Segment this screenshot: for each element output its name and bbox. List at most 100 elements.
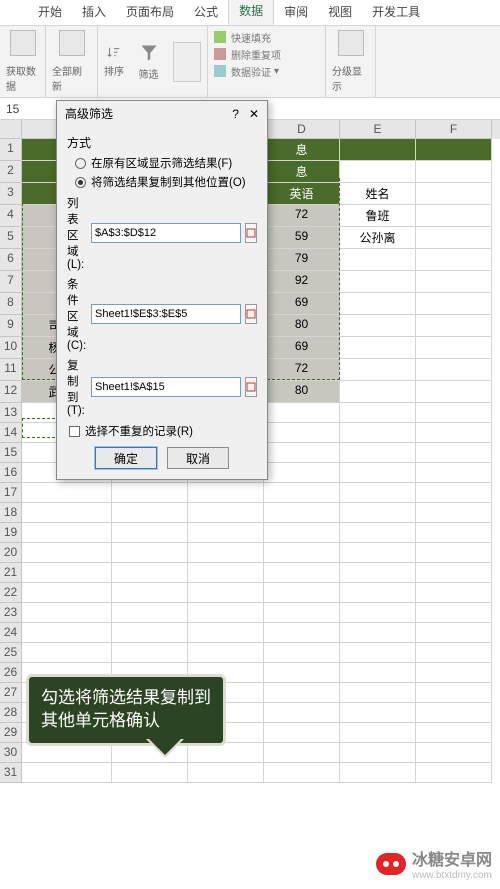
cell[interactable] xyxy=(264,763,340,783)
close-icon[interactable]: ✕ xyxy=(249,107,259,121)
cell[interactable] xyxy=(22,603,112,623)
row-header[interactable]: 6 xyxy=(0,249,22,271)
cell[interactable] xyxy=(340,663,416,683)
ref-picker-icon[interactable] xyxy=(245,377,257,397)
flash-fill[interactable]: 快速填充 xyxy=(214,30,281,45)
cell[interactable] xyxy=(340,603,416,623)
cell[interactable] xyxy=(416,563,492,583)
cell[interactable]: 69 xyxy=(264,337,340,359)
cell[interactable] xyxy=(340,271,416,293)
cell[interactable] xyxy=(264,503,340,523)
cell[interactable] xyxy=(22,763,112,783)
row-header[interactable]: 28 xyxy=(0,703,22,723)
cell[interactable]: 80 xyxy=(264,381,340,403)
name-box[interactable]: 15 xyxy=(0,100,60,118)
row-header[interactable]: 24 xyxy=(0,623,22,643)
row-header[interactable]: 23 xyxy=(0,603,22,623)
cell[interactable] xyxy=(264,443,340,463)
cell[interactable] xyxy=(416,249,492,271)
cell[interactable] xyxy=(112,563,188,583)
cell[interactable]: 80 xyxy=(264,315,340,337)
cell[interactable] xyxy=(416,161,492,183)
row-header[interactable]: 20 xyxy=(0,543,22,563)
cell[interactable]: 69 xyxy=(264,293,340,315)
advanced-filter-button[interactable] xyxy=(173,42,201,82)
tab-review[interactable]: 审阅 xyxy=(274,0,318,25)
cell[interactable] xyxy=(264,683,340,703)
cell[interactable] xyxy=(188,563,264,583)
cell[interactable] xyxy=(264,703,340,723)
cell[interactable] xyxy=(416,423,492,443)
data-validation[interactable]: 数据验证 ▾ xyxy=(214,64,281,79)
row-header[interactable]: 12 xyxy=(0,381,22,403)
cell[interactable] xyxy=(416,543,492,563)
cell[interactable] xyxy=(340,503,416,523)
cell[interactable] xyxy=(22,643,112,663)
cell[interactable] xyxy=(340,743,416,763)
cell[interactable] xyxy=(416,403,492,423)
cell[interactable] xyxy=(340,293,416,315)
cell[interactable] xyxy=(416,271,492,293)
cell[interactable] xyxy=(188,503,264,523)
cell[interactable] xyxy=(340,403,416,423)
cell[interactable] xyxy=(264,543,340,563)
cell[interactable] xyxy=(416,683,492,703)
cell[interactable] xyxy=(340,249,416,271)
cell[interactable] xyxy=(340,643,416,663)
row-header[interactable]: 1 xyxy=(0,139,22,161)
tab-home[interactable]: 开始 xyxy=(28,0,72,25)
row-header[interactable]: 8 xyxy=(0,293,22,315)
cell[interactable] xyxy=(22,623,112,643)
cell[interactable] xyxy=(416,227,492,249)
cell[interactable] xyxy=(264,623,340,643)
cell[interactable] xyxy=(340,139,416,161)
cell[interactable] xyxy=(264,523,340,543)
cell[interactable] xyxy=(340,763,416,783)
tab-layout[interactable]: 页面布局 xyxy=(116,0,184,25)
row-header[interactable]: 31 xyxy=(0,763,22,783)
cell[interactable] xyxy=(112,603,188,623)
list-range-input[interactable] xyxy=(91,223,241,243)
cell[interactable] xyxy=(264,743,340,763)
cell[interactable] xyxy=(340,381,416,403)
filter-icon[interactable] xyxy=(139,43,159,63)
cell[interactable] xyxy=(188,623,264,643)
cell[interactable] xyxy=(264,483,340,503)
cell[interactable] xyxy=(264,563,340,583)
cell[interactable]: 息 xyxy=(264,161,340,183)
cell[interactable] xyxy=(22,523,112,543)
cell[interactable] xyxy=(112,583,188,603)
criteria-range-input[interactable] xyxy=(91,304,241,324)
cell[interactable] xyxy=(264,463,340,483)
cell[interactable] xyxy=(112,503,188,523)
cell[interactable] xyxy=(416,139,492,161)
ok-button[interactable]: 确定 xyxy=(95,447,157,469)
row-header[interactable]: 26 xyxy=(0,663,22,683)
cell[interactable]: 姓名 xyxy=(340,183,416,205)
cell[interactable] xyxy=(340,683,416,703)
cell[interactable] xyxy=(188,483,264,503)
cell[interactable] xyxy=(188,763,264,783)
cell[interactable] xyxy=(416,183,492,205)
cell[interactable]: 英语 xyxy=(264,183,340,205)
cell[interactable] xyxy=(416,583,492,603)
cell[interactable] xyxy=(416,643,492,663)
cell[interactable]: 59 xyxy=(264,227,340,249)
row-header[interactable]: 18 xyxy=(0,503,22,523)
cell[interactable]: 72 xyxy=(264,359,340,381)
ref-picker-icon[interactable] xyxy=(245,304,257,324)
row-header[interactable]: 29 xyxy=(0,723,22,743)
cell[interactable] xyxy=(188,603,264,623)
cell[interactable] xyxy=(22,543,112,563)
row-header[interactable]: 13 xyxy=(0,403,22,423)
cell[interactable] xyxy=(188,643,264,663)
cell[interactable] xyxy=(188,583,264,603)
cell[interactable] xyxy=(340,563,416,583)
cell[interactable] xyxy=(264,403,340,423)
sort-icon[interactable] xyxy=(107,46,121,60)
row-header[interactable]: 25 xyxy=(0,643,22,663)
help-icon[interactable]: ? xyxy=(232,107,239,121)
cell[interactable] xyxy=(264,603,340,623)
cell[interactable] xyxy=(340,315,416,337)
cell[interactable] xyxy=(416,763,492,783)
